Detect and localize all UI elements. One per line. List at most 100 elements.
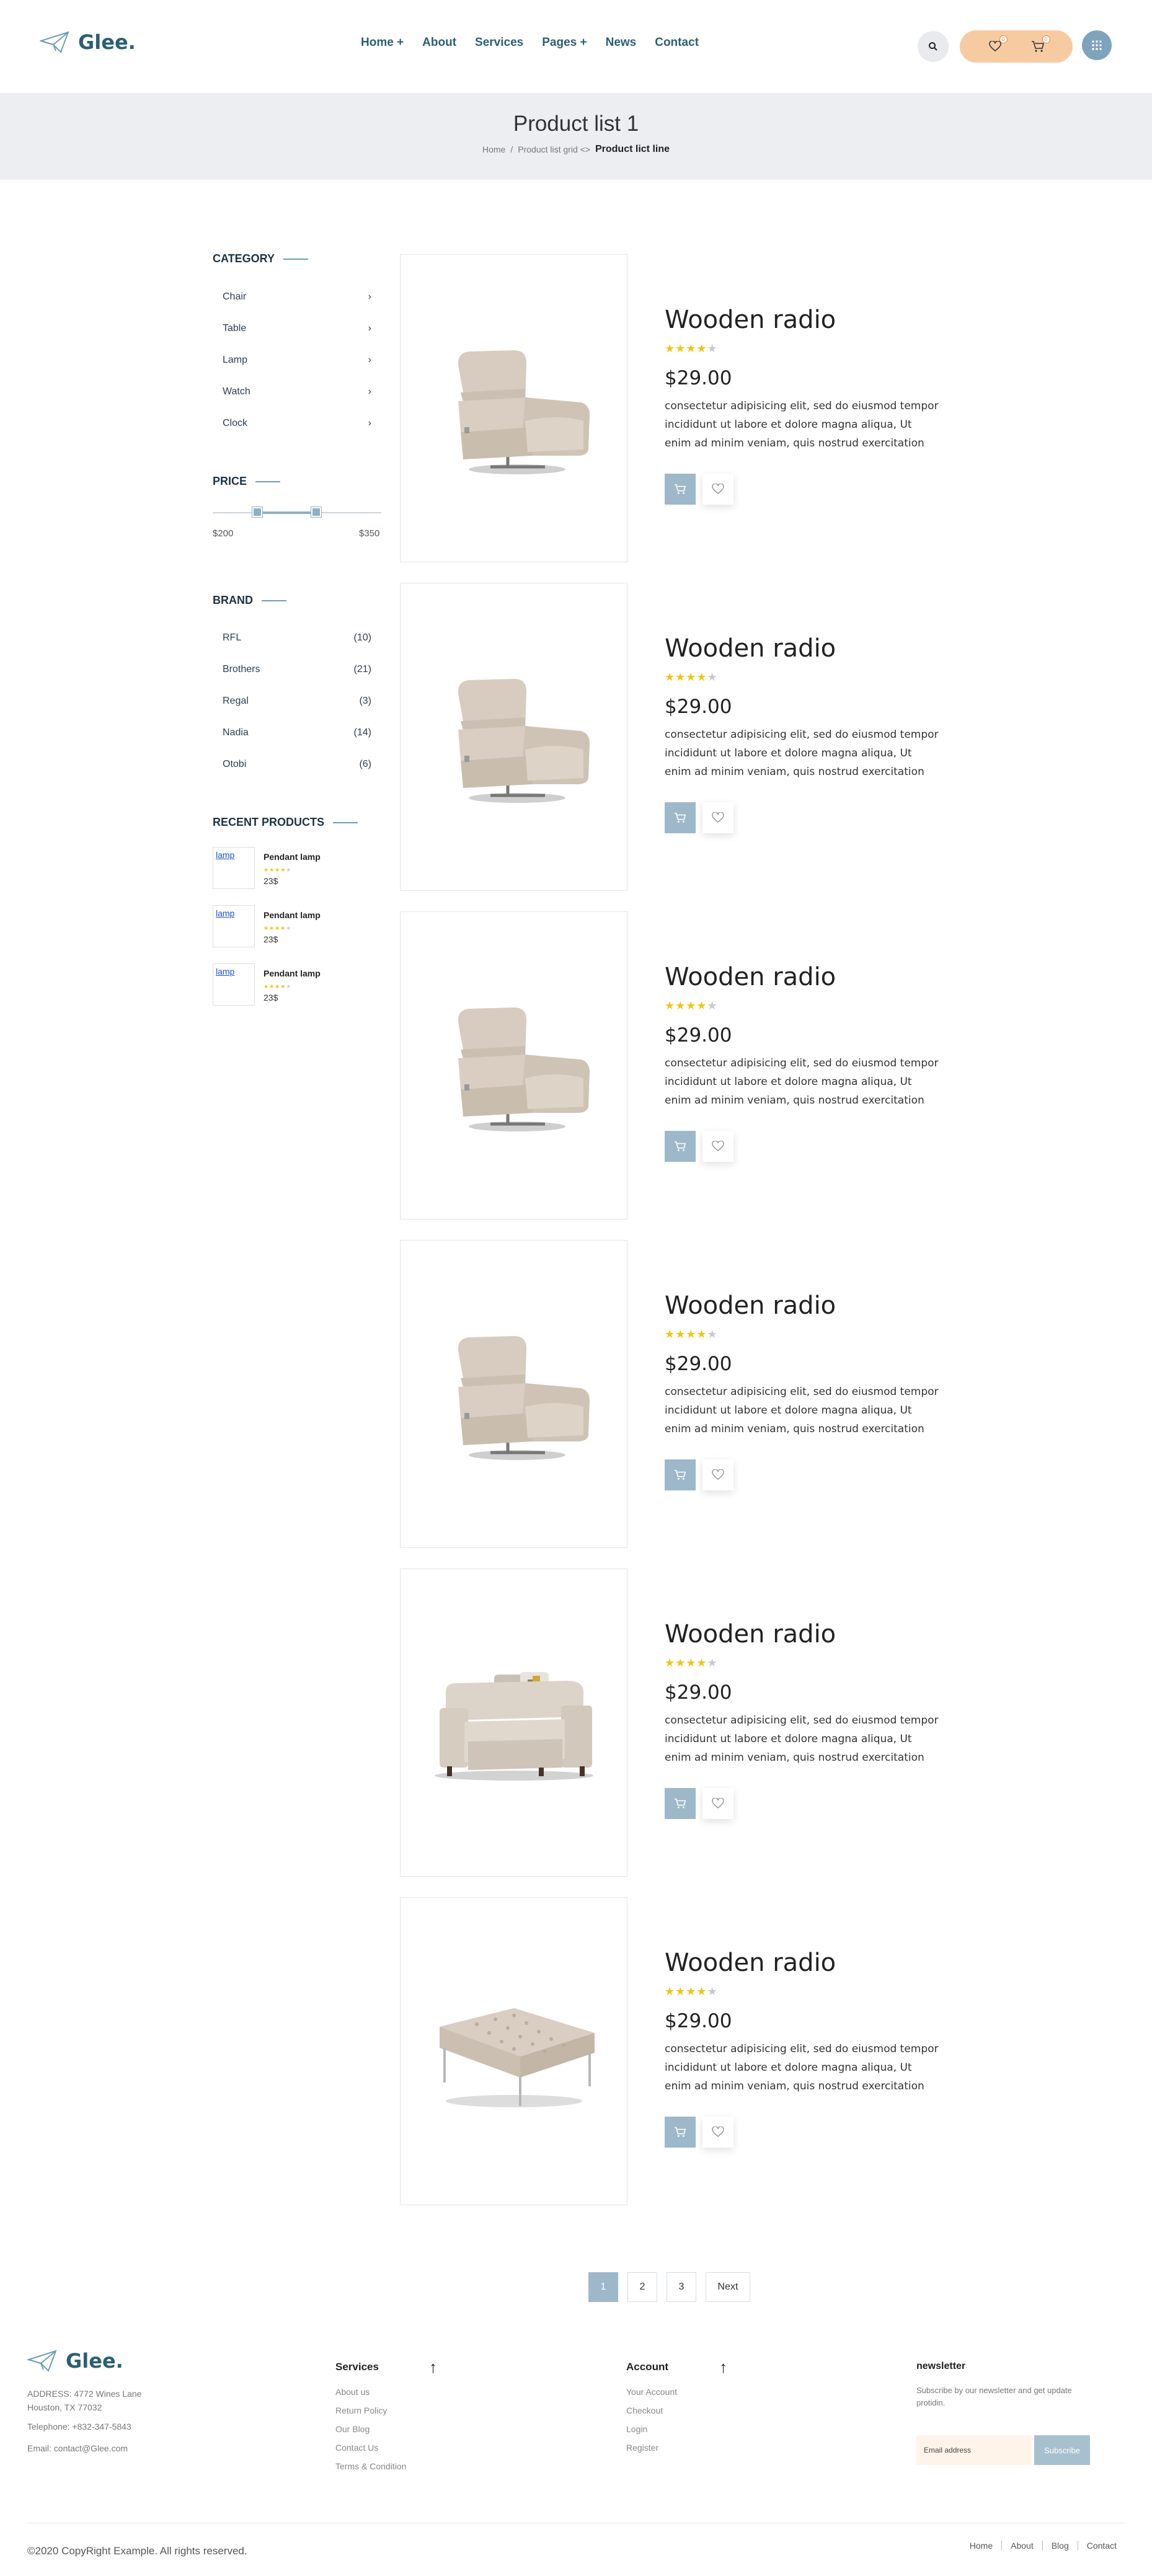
footer-services-title: Services (335, 2361, 379, 2373)
brand-count: (14) (353, 727, 371, 738)
add-to-cart-button[interactable] (665, 474, 696, 505)
add-to-wishlist-button[interactable] (702, 802, 733, 833)
brand-name: Brothers (223, 664, 260, 675)
recent-product-image[interactable]: lamp (213, 963, 255, 1006)
nav-contact[interactable]: Contact (655, 36, 699, 50)
add-to-wishlist-button[interactable] (702, 474, 733, 505)
footer-services-link[interactable]: About us (335, 2387, 370, 2397)
product-price: $29.00 (665, 2010, 732, 2032)
subscribe-button[interactable]: Subscribe (1034, 2435, 1090, 2465)
add-to-cart-button[interactable] (665, 2117, 696, 2148)
brand-item[interactable]: RFL (10) (223, 632, 371, 644)
footer-email: Email: contact@Glee.com (27, 2443, 128, 2453)
add-to-cart-button[interactable] (665, 1459, 696, 1490)
recent-product-name[interactable]: Pendant lamp (264, 852, 321, 862)
nav-pages[interactable]: Pages + (542, 36, 587, 50)
breadcrumb-separator: / (510, 144, 513, 154)
menu-button[interactable] (1082, 30, 1112, 60)
recent-product-price: 23$ (264, 993, 278, 1003)
search-button[interactable] (918, 31, 949, 62)
category-item[interactable]: Chair › (223, 291, 371, 303)
nav-services[interactable]: Services (475, 36, 523, 50)
arrow-up-icon: ↑ (719, 2358, 727, 2376)
add-to-wishlist-button[interactable] (702, 1459, 733, 1490)
recent-product-name[interactable]: Pendant lamp (264, 910, 321, 920)
category-item[interactable]: Table › (223, 323, 371, 334)
footer-link-contact[interactable]: Contact (1077, 2541, 1125, 2551)
category-item[interactable]: Watch › (223, 386, 371, 397)
add-to-wishlist-button[interactable] (702, 2117, 733, 2148)
add-to-cart-button[interactable] (665, 802, 696, 833)
chevron-right-icon: › (368, 355, 371, 365)
wishlist-button[interactable]: 0 (988, 35, 1008, 53)
add-to-cart-button[interactable] (665, 1131, 696, 1162)
footer-logo[interactable]: Glee. (27, 2348, 123, 2373)
product-title[interactable]: Wooden radio (665, 1291, 836, 1320)
recent-product[interactable]: lamp Pendant lamp ★★★★★ 23$ (213, 963, 321, 1006)
product-title[interactable]: Wooden radio (665, 634, 836, 663)
footer-link-blog[interactable]: Blog (1042, 2541, 1078, 2551)
footer-services-link[interactable]: Contact Us (335, 2443, 378, 2453)
add-to-cart-button[interactable] (665, 1788, 696, 1819)
product-title[interactable]: Wooden radio (665, 963, 836, 991)
footer-account-link[interactable]: Register (626, 2443, 658, 2453)
footer-account-link[interactable]: Your Account (626, 2387, 677, 2397)
brand-item[interactable]: Otobi (6) (223, 759, 371, 770)
footer-account-link[interactable]: Checkout (626, 2406, 663, 2415)
logo[interactable]: Glee. (40, 30, 136, 55)
page-2-button[interactable]: 2 (627, 2272, 657, 2302)
breadcrumb-home[interactable]: Home (482, 144, 505, 154)
category-item[interactable]: Clock › (223, 418, 371, 429)
nav-home[interactable]: Home + (361, 36, 404, 50)
footer-services-link[interactable]: Our Blog (335, 2424, 370, 2434)
recent-product-image[interactable]: lamp (213, 847, 255, 889)
page-3-button[interactable]: 3 (667, 2272, 696, 2302)
brand-name: RFL (223, 632, 242, 643)
recent-product-image[interactable]: lamp (213, 905, 255, 947)
product-image[interactable] (400, 1897, 627, 2205)
product-image[interactable] (400, 1240, 627, 1548)
product-title[interactable]: Wooden radio (665, 1949, 836, 1977)
newsletter-email-input[interactable]: Email address (916, 2435, 1032, 2465)
footer-account-link[interactable]: Login (626, 2424, 647, 2434)
product-image[interactable] (400, 583, 627, 891)
cart-icon (675, 2127, 686, 2137)
heart-icon (712, 1141, 724, 1151)
brand-item[interactable]: Nadia (14) (223, 727, 371, 738)
page-title: Product list 1 (513, 112, 639, 136)
product-image[interactable] (400, 911, 627, 1219)
footer-link-home[interactable]: Home (961, 2541, 1001, 2551)
copyright: ©2020 CopyRight Example. All rights rese… (27, 2545, 247, 2557)
brand-count: (3) (359, 696, 371, 706)
breadcrumb-parent[interactable]: Product list grid <> (518, 144, 590, 154)
recent-product-price: 23$ (264, 934, 278, 944)
footer-link-about[interactable]: About (1001, 2541, 1042, 2551)
nav-news[interactable]: News (606, 36, 637, 50)
cart-icon (1031, 41, 1044, 52)
brand-item[interactable]: Regal (3) (223, 696, 371, 707)
product-title[interactable]: Wooden radio (665, 306, 836, 334)
brand-item[interactable]: Brothers (21) (223, 664, 371, 675)
page-banner: Product list 1 Home / Product list grid … (0, 93, 1152, 180)
nav-about[interactable]: About (422, 36, 456, 50)
add-to-wishlist-button[interactable] (702, 1788, 733, 1819)
cart-button[interactable]: 0 (1031, 35, 1050, 53)
price-slider-min-handle[interactable] (252, 507, 262, 517)
product-image[interactable] (400, 254, 627, 562)
product-title[interactable]: Wooden radio (665, 1620, 836, 1649)
price-slider-max-handle[interactable] (311, 507, 321, 517)
next-page-button[interactable]: Next (706, 2272, 750, 2302)
brand-name: Nadia (223, 727, 249, 738)
arrow-up-icon: ↑ (429, 2358, 437, 2376)
rating-stars: ★★★★★ (264, 983, 292, 989)
cart-icon (675, 1798, 686, 1808)
recent-product[interactable]: lamp Pendant lamp ★★★★★ 23$ (213, 847, 321, 889)
category-item[interactable]: Lamp › (223, 355, 371, 366)
footer-services-link[interactable]: Terms & Condition (335, 2461, 406, 2471)
product-image[interactable] (400, 1569, 627, 1877)
footer-services-link[interactable]: Return Policy (335, 2406, 387, 2415)
add-to-wishlist-button[interactable] (702, 1131, 733, 1162)
page-1-button[interactable]: 1 (588, 2272, 618, 2302)
recent-product[interactable]: lamp Pendant lamp ★★★★★ 23$ (213, 905, 321, 947)
recent-product-name[interactable]: Pendant lamp (264, 968, 321, 978)
